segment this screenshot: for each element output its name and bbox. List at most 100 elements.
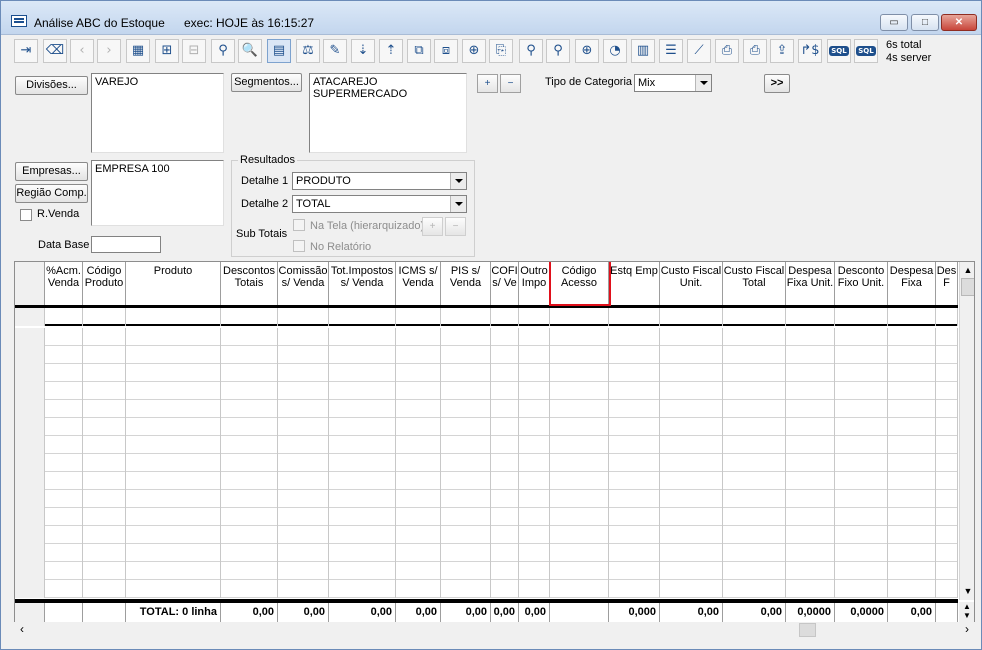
rvenda-checkbox[interactable] bbox=[20, 209, 32, 221]
table-cell[interactable] bbox=[491, 508, 519, 526]
table-cell[interactable] bbox=[45, 308, 83, 326]
column-header[interactable]: Outro Impo bbox=[519, 262, 550, 305]
table-cell[interactable] bbox=[126, 526, 221, 544]
table-cell[interactable] bbox=[723, 508, 786, 526]
table-cell[interactable] bbox=[660, 308, 723, 326]
table-cell[interactable] bbox=[936, 418, 958, 436]
table-cell[interactable] bbox=[45, 364, 83, 382]
column-header[interactable]: Desconto Fixo Unit. bbox=[835, 262, 888, 305]
table-cell[interactable] bbox=[15, 544, 45, 562]
table-cell[interactable] bbox=[723, 436, 786, 454]
table-cell[interactable] bbox=[329, 508, 396, 526]
table-cell[interactable] bbox=[15, 308, 45, 326]
table-cell[interactable] bbox=[519, 308, 550, 326]
table-cell[interactable] bbox=[936, 562, 958, 580]
table-cell[interactable] bbox=[835, 454, 888, 472]
table-cell[interactable] bbox=[609, 308, 660, 326]
table-cell[interactable] bbox=[786, 418, 835, 436]
table-cell[interactable] bbox=[83, 418, 126, 436]
footer-spinner[interactable]: ▲ ▼ bbox=[959, 602, 974, 622]
forward-icon[interactable]: › bbox=[97, 39, 121, 63]
table-cell[interactable] bbox=[278, 346, 329, 364]
table-row[interactable] bbox=[15, 400, 958, 418]
column-header[interactable]: Comissão s/ Venda bbox=[278, 262, 329, 305]
horizontal-scrollbar[interactable]: ‹ › bbox=[14, 622, 975, 638]
table-cell[interactable] bbox=[15, 418, 45, 436]
table-row[interactable] bbox=[15, 472, 958, 490]
table-cell[interactable] bbox=[441, 454, 491, 472]
table-cell[interactable] bbox=[126, 580, 221, 598]
table-cell[interactable] bbox=[126, 346, 221, 364]
table-cell[interactable] bbox=[835, 346, 888, 364]
table-cell[interactable] bbox=[609, 400, 660, 418]
table-cell[interactable] bbox=[45, 436, 83, 454]
table-row[interactable] bbox=[15, 544, 958, 562]
scroll-up-icon[interactable]: ▲ bbox=[962, 263, 974, 277]
list-item[interactable]: SUPERMERCADO bbox=[313, 88, 463, 100]
table-cell[interactable] bbox=[396, 472, 441, 490]
table-cell[interactable] bbox=[723, 526, 786, 544]
table-row[interactable] bbox=[15, 490, 958, 508]
table-cell[interactable] bbox=[609, 418, 660, 436]
column-header[interactable]: Custo Fiscal Total bbox=[723, 262, 786, 305]
table-cell[interactable] bbox=[396, 526, 441, 544]
table-row[interactable] bbox=[15, 562, 958, 580]
table-cell[interactable] bbox=[550, 328, 609, 346]
tipo-categoria-select[interactable]: Mix bbox=[634, 74, 712, 92]
table-row[interactable] bbox=[15, 454, 958, 472]
table-cell[interactable] bbox=[723, 544, 786, 562]
table-cell[interactable] bbox=[329, 436, 396, 454]
table-cell[interactable] bbox=[396, 490, 441, 508]
table-cell[interactable] bbox=[491, 346, 519, 364]
table-cell[interactable] bbox=[660, 544, 723, 562]
scroll-left-icon[interactable]: ‹ bbox=[14, 622, 30, 638]
table-cell[interactable] bbox=[660, 328, 723, 346]
column-header[interactable]: Custo Fiscal Unit. bbox=[660, 262, 723, 305]
table-cell[interactable] bbox=[15, 346, 45, 364]
table-cell[interactable] bbox=[441, 580, 491, 598]
table-cell[interactable] bbox=[329, 418, 396, 436]
table-cell[interactable] bbox=[519, 400, 550, 418]
copy-icon[interactable]: ⎘ bbox=[489, 39, 513, 63]
table-cell[interactable] bbox=[786, 490, 835, 508]
column-header[interactable]: Descontos Totais bbox=[221, 262, 278, 305]
table-cell[interactable] bbox=[83, 580, 126, 598]
table-cell[interactable] bbox=[786, 526, 835, 544]
minimize-button[interactable]: ▭ bbox=[880, 14, 908, 31]
table-cell[interactable] bbox=[888, 526, 936, 544]
table-cell[interactable] bbox=[609, 562, 660, 580]
table-cell[interactable] bbox=[723, 490, 786, 508]
table-cell[interactable] bbox=[723, 418, 786, 436]
table-cell[interactable] bbox=[609, 454, 660, 472]
add-filter-button[interactable]: + bbox=[477, 74, 498, 93]
table-cell[interactable] bbox=[835, 562, 888, 580]
table-cell[interactable] bbox=[609, 382, 660, 400]
list-item[interactable]: VAREJO bbox=[95, 76, 220, 88]
line-chart-icon[interactable]: ⟋ bbox=[687, 39, 711, 63]
table-cell[interactable] bbox=[278, 436, 329, 454]
table-cell[interactable] bbox=[835, 328, 888, 346]
table-cell[interactable] bbox=[550, 436, 609, 454]
table-cell[interactable] bbox=[329, 490, 396, 508]
table-cell[interactable] bbox=[83, 346, 126, 364]
table-cell[interactable] bbox=[329, 346, 396, 364]
table-cell[interactable] bbox=[221, 562, 278, 580]
table-cell[interactable] bbox=[396, 328, 441, 346]
table-cell[interactable] bbox=[519, 346, 550, 364]
table-cell[interactable] bbox=[936, 436, 958, 454]
table-cell[interactable] bbox=[221, 526, 278, 544]
table-cell[interactable] bbox=[396, 508, 441, 526]
table-cell[interactable] bbox=[936, 364, 958, 382]
table-cell[interactable] bbox=[936, 328, 958, 346]
table-cell[interactable] bbox=[491, 400, 519, 418]
table-cell[interactable] bbox=[15, 454, 45, 472]
table-cell[interactable] bbox=[329, 562, 396, 580]
table-row[interactable] bbox=[15, 580, 958, 598]
hscroll-thumb[interactable] bbox=[799, 623, 816, 637]
table-cell[interactable] bbox=[15, 562, 45, 580]
filter-clear-icon[interactable]: ⚲ bbox=[546, 39, 570, 63]
table-cell[interactable] bbox=[888, 490, 936, 508]
table-row[interactable] bbox=[15, 526, 958, 544]
table-cell[interactable] bbox=[723, 454, 786, 472]
table-cell[interactable] bbox=[83, 526, 126, 544]
